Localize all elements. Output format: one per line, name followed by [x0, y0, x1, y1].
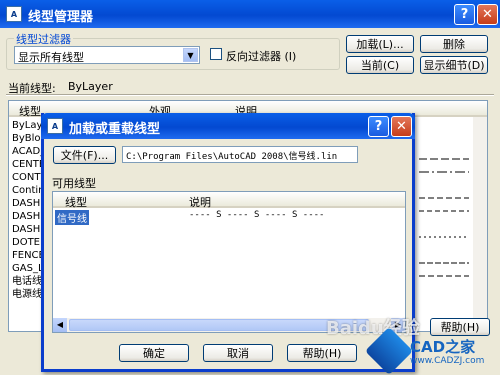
linetype-description: ---- S ---- S ---- S ----	[189, 210, 325, 220]
list-item[interactable]: 电源线	[12, 289, 42, 301]
dialog-title: 加载或重载线型	[69, 122, 161, 137]
main-title: 线型管理器	[28, 10, 94, 25]
app-icon: A	[6, 6, 22, 22]
invert-filter-checkbox[interactable]	[210, 48, 222, 60]
current-linetype-value: ByLayer	[68, 80, 113, 93]
dialog-help-icon[interactable]: ?	[368, 116, 389, 137]
list-item[interactable]: Contin	[12, 185, 44, 197]
list-item[interactable]: DASH	[12, 198, 40, 210]
scroll-left-icon[interactable]: ◀	[53, 318, 67, 332]
file-button[interactable]: 文件(F)...	[53, 146, 116, 164]
column-linetype[interactable]: 线型	[19, 103, 41, 119]
chevron-down-icon[interactable]: ▼	[183, 48, 198, 62]
close-icon[interactable]: ✕	[477, 4, 498, 25]
cad-site: www.CADZJ.com	[410, 356, 485, 366]
file-path-field[interactable]: C:\Program Files\AutoCAD 2008\信号线.lin	[122, 146, 358, 163]
divider	[6, 94, 494, 96]
dialog-titlebar[interactable]: A 加载或重载线型 ? ✕	[41, 113, 415, 139]
cancel-button[interactable]: 取消	[203, 344, 273, 362]
filter-value: 显示所有线型	[18, 51, 84, 64]
list-item[interactable]: 电话线	[12, 276, 42, 288]
cad-brand: CAD之家	[410, 338, 476, 356]
scroll-thumb[interactable]	[69, 319, 369, 331]
details-button[interactable]: 显示细节(D)	[420, 56, 488, 74]
delete-button[interactable]: 删除	[420, 35, 488, 53]
available-linetypes-label: 可用线型	[52, 177, 96, 190]
linetype-name-selected: 信号线	[55, 210, 89, 225]
list-item[interactable]: DOTE	[12, 237, 40, 249]
filter-group-label: 线型过滤器	[14, 31, 73, 47]
main-help-button[interactable]: 帮助(H)	[430, 318, 490, 336]
invert-filter-label: 反向过滤器 (I)	[226, 50, 297, 63]
filter-dropdown[interactable]: 显示所有线型 ▼	[14, 46, 200, 64]
main-titlebar[interactable]: A 线型管理器 ? ✕	[0, 0, 500, 28]
baidu-watermark: Baidu经验	[326, 318, 420, 339]
ok-button[interactable]: 确定	[119, 344, 189, 362]
load-button[interactable]: 加载(L)...	[346, 35, 414, 53]
help-icon[interactable]: ?	[454, 4, 475, 25]
dialog-help-button[interactable]: 帮助(H)	[287, 344, 357, 362]
dialog-column-linetype[interactable]: 线型	[65, 194, 87, 210]
dialog-column-description[interactable]: 说明	[189, 194, 211, 210]
dialog-close-icon[interactable]: ✕	[391, 116, 412, 137]
dialog-app-icon: A	[47, 118, 63, 134]
available-linetypes-list[interactable]: 线型 说明 信号线 ---- S ---- S ---- S ---- ◀ ▶	[52, 191, 406, 333]
vertical-scrollbar[interactable]	[473, 117, 487, 331]
current-button[interactable]: 当前(C)	[346, 56, 414, 74]
dialog-list-header: 线型 说明	[53, 192, 405, 210]
table-row[interactable]: 信号线 ---- S ---- S ---- S ----	[55, 210, 403, 225]
file-path-value: C:\Program Files\AutoCAD 2008\信号线.lin	[126, 152, 338, 162]
